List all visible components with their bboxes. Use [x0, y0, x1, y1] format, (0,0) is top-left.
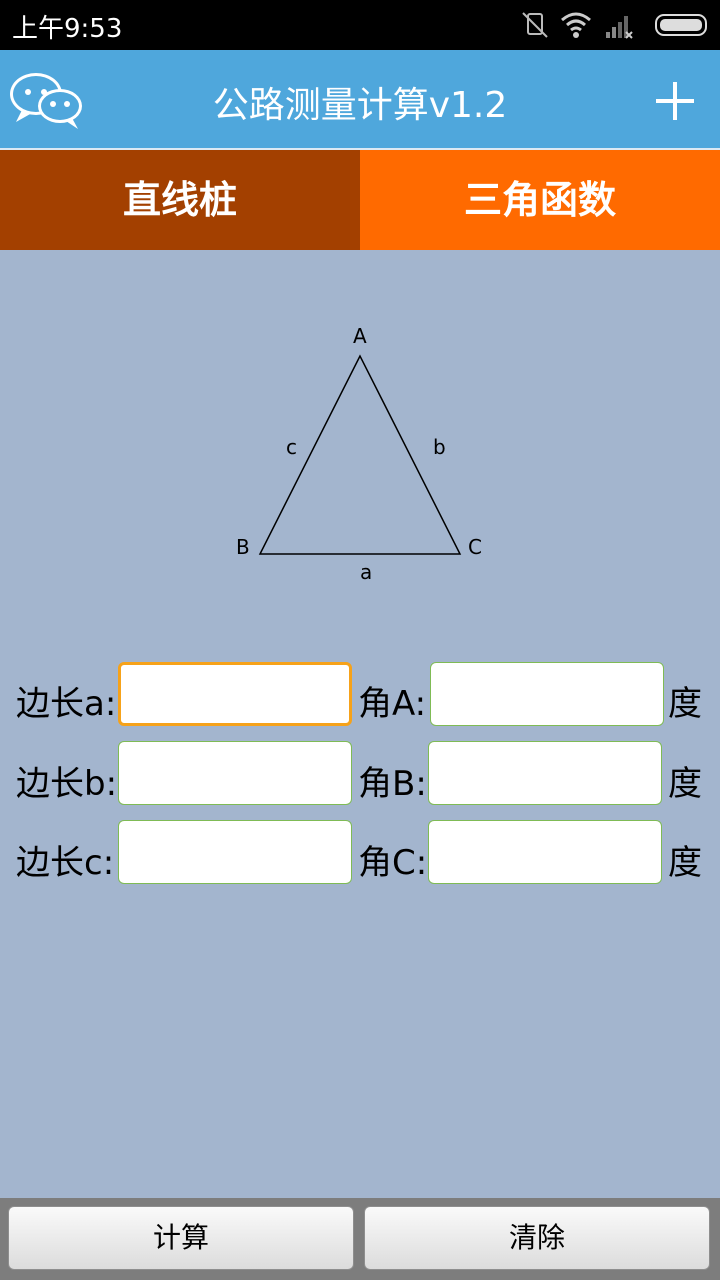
side-b-label: b	[433, 435, 446, 459]
side-a-label: a	[360, 560, 372, 584]
angle-c-label-text: 角C:	[358, 843, 428, 883]
side-b-input[interactable]	[118, 741, 352, 805]
angle-c-input[interactable]	[428, 820, 662, 884]
vertex-c-label: C	[468, 535, 482, 559]
plus-icon[interactable]	[654, 80, 696, 122]
angle-a-unit: 度	[668, 684, 702, 724]
vertex-b-label: B	[236, 535, 250, 559]
angle-b-label-text: 角B:	[358, 764, 427, 804]
side-a-label-text: 边长a:	[16, 684, 117, 724]
signal-icon	[606, 16, 633, 39]
tab-trig-functions[interactable]: 三角函数	[360, 150, 720, 250]
mute-icon	[522, 12, 548, 38]
angle-b-unit: 度	[668, 764, 702, 804]
tab-straight-pile[interactable]: 直线桩	[0, 150, 360, 250]
side-b-label-text: 边长b:	[16, 764, 118, 804]
angle-c-unit: 度	[668, 843, 702, 883]
calculate-button[interactable]: 计算	[8, 1206, 354, 1270]
side-c-input[interactable]	[118, 820, 352, 884]
app-title: 公路测量计算v1.2	[212, 85, 508, 126]
triangle-diagram: A B C a b c	[236, 324, 482, 584]
angle-b-input[interactable]	[428, 741, 662, 805]
wifi-icon	[561, 12, 591, 38]
status-bar: 上午9:53	[0, 0, 720, 50]
vertex-a-label: A	[353, 324, 367, 348]
angle-a-input[interactable]	[430, 662, 664, 726]
side-c-label-text: 边长c:	[16, 843, 115, 883]
app-header: 公路测量计算v1.2	[0, 50, 720, 150]
status-time: 上午9:53	[12, 14, 123, 44]
tab-bar: 直线桩 三角函数	[0, 150, 720, 250]
clear-button[interactable]: 清除	[364, 1206, 710, 1270]
angle-a-label-text: 角A:	[358, 684, 427, 724]
battery-icon	[655, 14, 707, 36]
bottom-action-bar: 计算 清除	[0, 1198, 720, 1280]
side-a-input[interactable]	[118, 662, 352, 726]
side-c-label: c	[286, 435, 297, 459]
